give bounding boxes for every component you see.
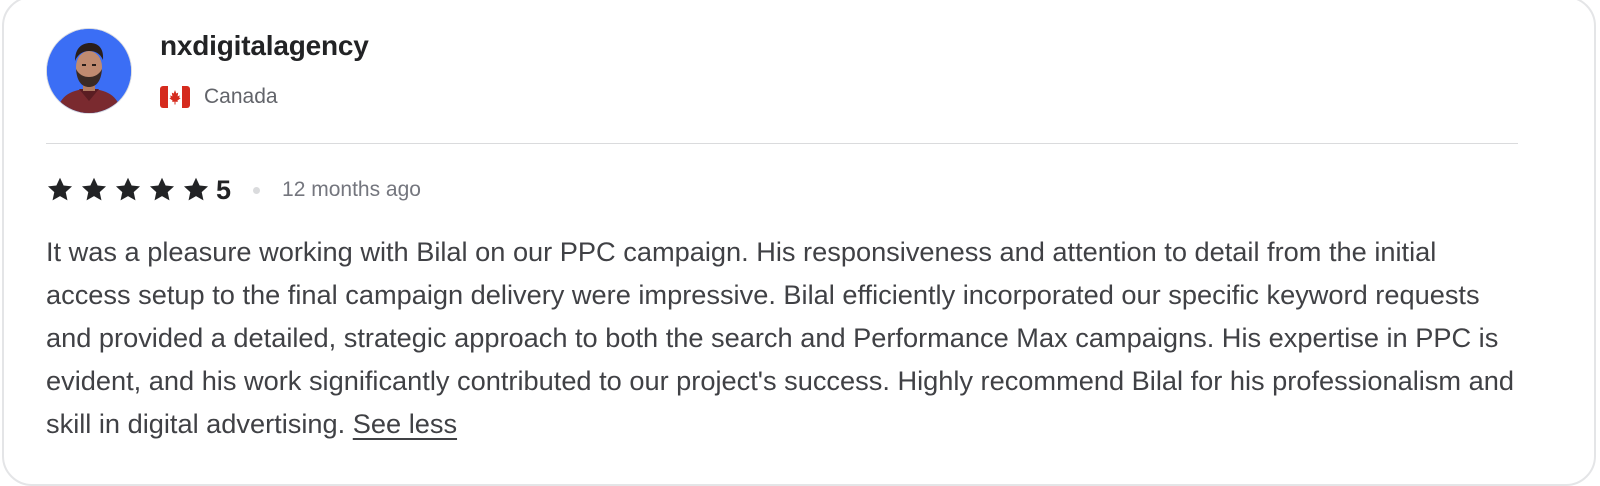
reviewer-username[interactable]: nxdigitalagency xyxy=(160,30,369,62)
star-icon xyxy=(149,177,175,201)
header-divider xyxy=(46,143,1518,144)
see-less-link[interactable]: See less xyxy=(353,408,457,439)
star-icon xyxy=(47,177,73,201)
star-icon xyxy=(81,177,107,201)
separator-dot xyxy=(253,186,261,194)
review-body: It was a pleasure working with Bilal on … xyxy=(46,236,1514,439)
rating-row: 5 12 months ago xyxy=(46,172,421,208)
star-rating xyxy=(46,176,216,204)
canada-flag-icon xyxy=(160,86,190,108)
user-avatar[interactable] xyxy=(47,29,131,113)
reviewer-country: Canada xyxy=(204,85,278,108)
review-time: 12 months ago xyxy=(282,178,421,201)
avatar-photo xyxy=(47,29,131,113)
star-icon xyxy=(183,177,209,201)
reviewer-location: Canada xyxy=(160,84,278,110)
rating-value: 5 xyxy=(216,174,232,205)
star-icon xyxy=(115,177,141,201)
review-text: It was a pleasure working with Bilal on … xyxy=(46,230,1526,445)
